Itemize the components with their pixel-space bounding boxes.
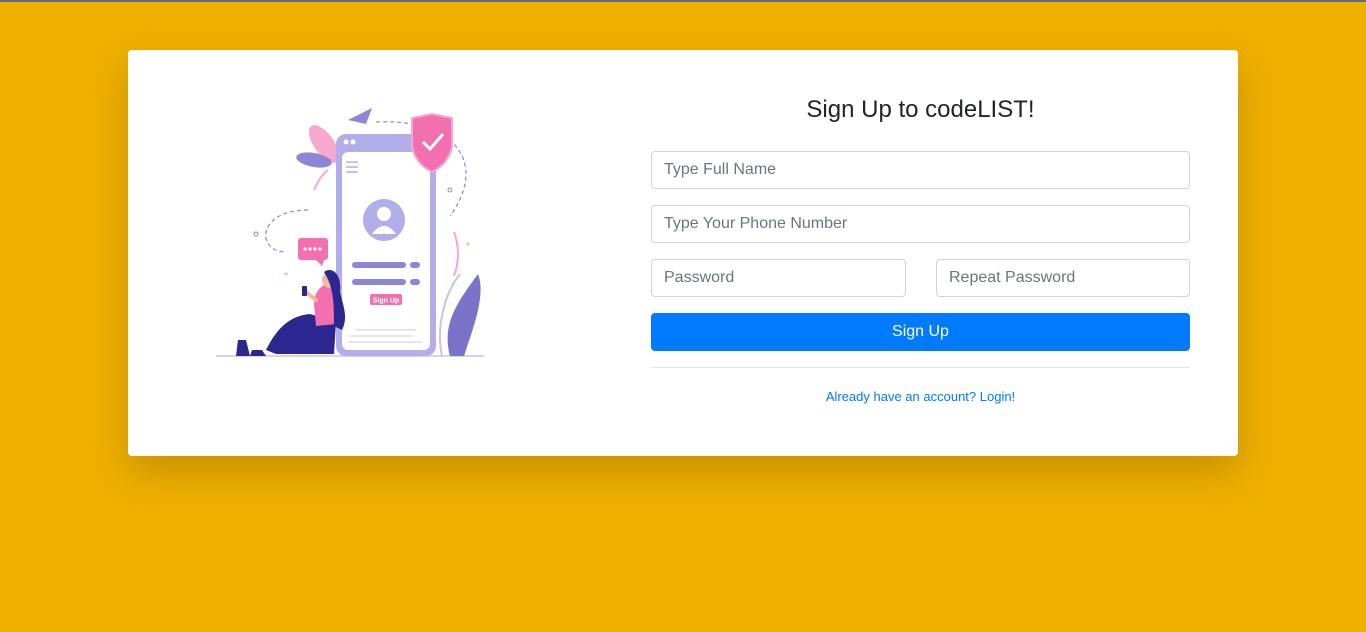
signup-button[interactable]: Sign Up	[651, 313, 1190, 351]
repeat-password-input[interactable]	[936, 259, 1190, 297]
svg-text:*: *	[466, 241, 470, 250]
svg-text:*: *	[284, 271, 288, 280]
signup-card: Sign Up * * Sign Up to codeLIST! Type Fu…	[128, 50, 1238, 456]
password-input[interactable]	[651, 259, 906, 297]
page-title: Sign Up to codeLIST!	[806, 96, 1035, 123]
signup-illustration: Sign Up * *	[216, 108, 484, 357]
form-divider	[651, 367, 1190, 368]
phone-signup-label: Sign Up	[373, 298, 399, 305]
login-link[interactable]: Already have an account? Login!	[651, 389, 1190, 404]
phone-number-input[interactable]	[651, 205, 1190, 243]
full-name-input[interactable]	[651, 151, 1190, 189]
top-border	[0, 0, 1366, 2]
